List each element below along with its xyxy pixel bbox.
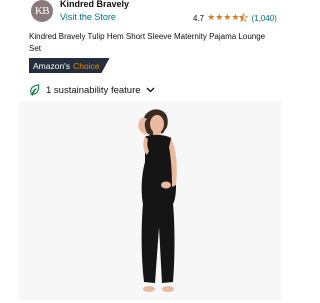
visit-store-link[interactable]: Visit the Store — [60, 12, 116, 22]
product-image[interactable] — [19, 101, 281, 300]
rating-value: 4.7 — [193, 14, 205, 23]
badge-label: Choice — [73, 60, 100, 71]
model-photo — [138, 109, 177, 292]
badge-prefix: Amazon's — [33, 60, 71, 71]
brand-logo[interactable]: KB — [31, 0, 53, 22]
star-icon: ★ — [223, 12, 232, 22]
brand-name[interactable]: Kindred Bravely — [60, 0, 129, 9]
half-star-icon — [239, 12, 249, 24]
chevron-down-icon — [146, 87, 154, 93]
review-count-link[interactable]: (1,040) — [251, 14, 276, 23]
leaf-icon — [30, 84, 40, 96]
sustainability-label: 1 sustainability feature — [46, 84, 141, 96]
rating-summary[interactable]: 4.7 ★ ★ ★ ★ (1,040) — [193, 13, 277, 24]
star-rating: ★ ★ ★ ★ — [207, 12, 249, 24]
star-icon: ★ — [231, 12, 240, 22]
store-header: KB Kindred Bravely Visit the Store 4.7 ★… — [0, 0, 300, 28]
amazons-choice-badge[interactable]: Amazon's Choice — [29, 58, 110, 73]
star-icon: ★ — [215, 12, 224, 22]
product-title: Kindred Bravely Tulip Hem Short Sleeve M… — [29, 32, 266, 53]
star-icon: ★ — [207, 12, 216, 22]
sustainability-feature-toggle[interactable]: 1 sustainability feature — [29, 84, 161, 96]
